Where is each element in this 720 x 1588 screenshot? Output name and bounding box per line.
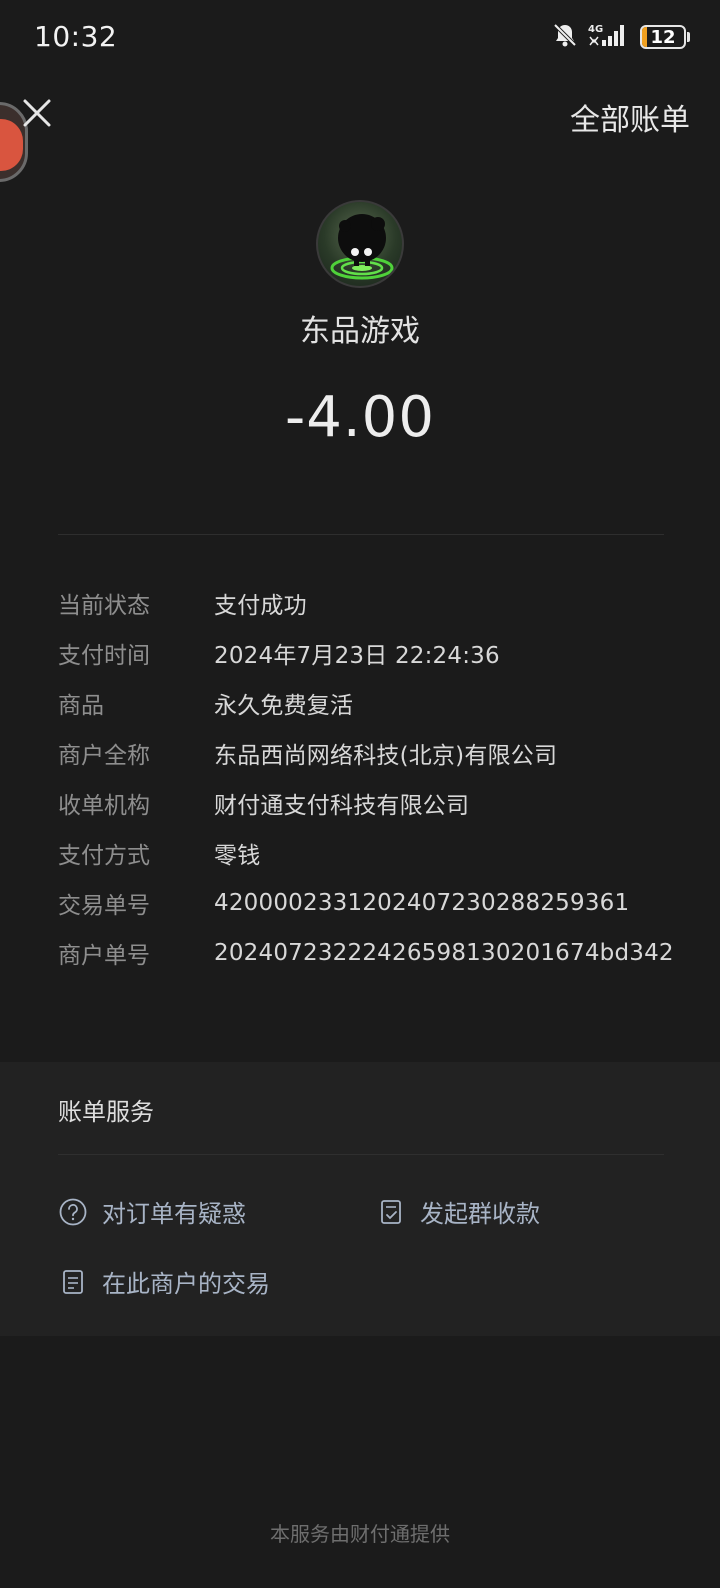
all-bills-link[interactable]: 全部账单	[570, 95, 690, 139]
detail-row-merchant-order-id: 商户单号 20240723222426598130201674bd342	[58, 928, 678, 978]
network-label: 4G	[588, 24, 603, 35]
detail-value: 4200002331202407230288259361	[214, 890, 630, 916]
detail-row-status: 当前状态 支付成功	[58, 578, 678, 628]
document-check-icon	[376, 1197, 406, 1227]
detail-label: 商户单号	[58, 943, 150, 969]
detail-value: 2024年7月23日 22:24:36	[214, 643, 500, 669]
service-label: 发起群收款	[420, 1200, 540, 1228]
merchant-avatar	[316, 200, 404, 288]
status-icons: 4G 12	[552, 22, 690, 52]
service-label: 对订单有疑惑	[102, 1200, 246, 1228]
detail-row-merchant-fullname: 商户全称 东品西尚网络科技(北京)有限公司	[58, 728, 678, 778]
detail-value: 永久免费复活	[214, 693, 354, 719]
detail-label: 当前状态	[58, 593, 150, 619]
section-divider	[58, 534, 664, 535]
bell-off-icon	[552, 22, 578, 52]
status-bar: 10:32 4G 12	[0, 0, 720, 76]
detail-label: 商品	[58, 693, 104, 719]
transaction-amount: -4.00	[285, 385, 435, 450]
question-circle-icon	[58, 1197, 88, 1227]
services-divider	[58, 1154, 664, 1155]
detail-label: 交易单号	[58, 893, 150, 919]
detail-row-pay-time: 支付时间 2024年7月23日 22:24:36	[58, 628, 678, 678]
detail-value: 财付通支付科技有限公司	[214, 793, 470, 819]
detail-row-product: 商品 永久免费复活	[58, 678, 678, 728]
detail-label: 商户全称	[58, 743, 150, 769]
services-title: 账单服务	[58, 1098, 154, 1126]
battery-fill	[642, 27, 648, 47]
status-time: 10:32	[34, 20, 118, 53]
document-list-icon	[58, 1267, 88, 1297]
detail-label: 支付方式	[58, 843, 150, 869]
close-icon	[23, 99, 51, 127]
group-collect-button[interactable]: 发起群收款	[376, 1194, 540, 1229]
service-label: 在此商户的交易	[102, 1270, 270, 1298]
detail-value: 20240723222426598130201674bd342	[214, 940, 674, 966]
signal-icon: 4G	[588, 22, 630, 52]
battery-body: 12	[640, 25, 686, 49]
merchant-name: 东品游戏	[300, 314, 420, 349]
detail-value: 东品西尚网络科技(北京)有限公司	[214, 743, 558, 769]
battery-icon: 12	[640, 25, 690, 49]
detail-label: 支付时间	[58, 643, 150, 669]
detail-label: 收单机构	[58, 793, 150, 819]
battery-tip	[687, 32, 690, 42]
battery-level: 12	[650, 26, 676, 48]
footer-provider-text: 本服务由财付通提供	[270, 1522, 450, 1546]
detail-value: 零钱	[214, 843, 261, 869]
detail-row-pay-method: 支付方式 零钱	[58, 828, 678, 878]
close-button[interactable]	[20, 96, 54, 130]
merchant-transactions-button[interactable]: 在此商户的交易	[58, 1264, 270, 1299]
detail-row-acquirer: 收单机构 财付通支付科技有限公司	[58, 778, 678, 828]
detail-value: 支付成功	[214, 593, 307, 619]
detail-row-transaction-id: 交易单号 4200002331202407230288259361	[58, 878, 678, 928]
order-question-button[interactable]: 对订单有疑惑	[58, 1194, 246, 1229]
bill-detail-page: 10:32 4G 12 全部账单 东品游戏 -4.00 当前状态 支付成功 支付…	[0, 0, 720, 1588]
transaction-details: 当前状态 支付成功 支付时间 2024年7月23日 22:24:36 商品 永久…	[58, 578, 678, 978]
bill-services-card: 账单服务 对订单有疑惑 发起群收款 在此商户的交易	[0, 1062, 720, 1336]
